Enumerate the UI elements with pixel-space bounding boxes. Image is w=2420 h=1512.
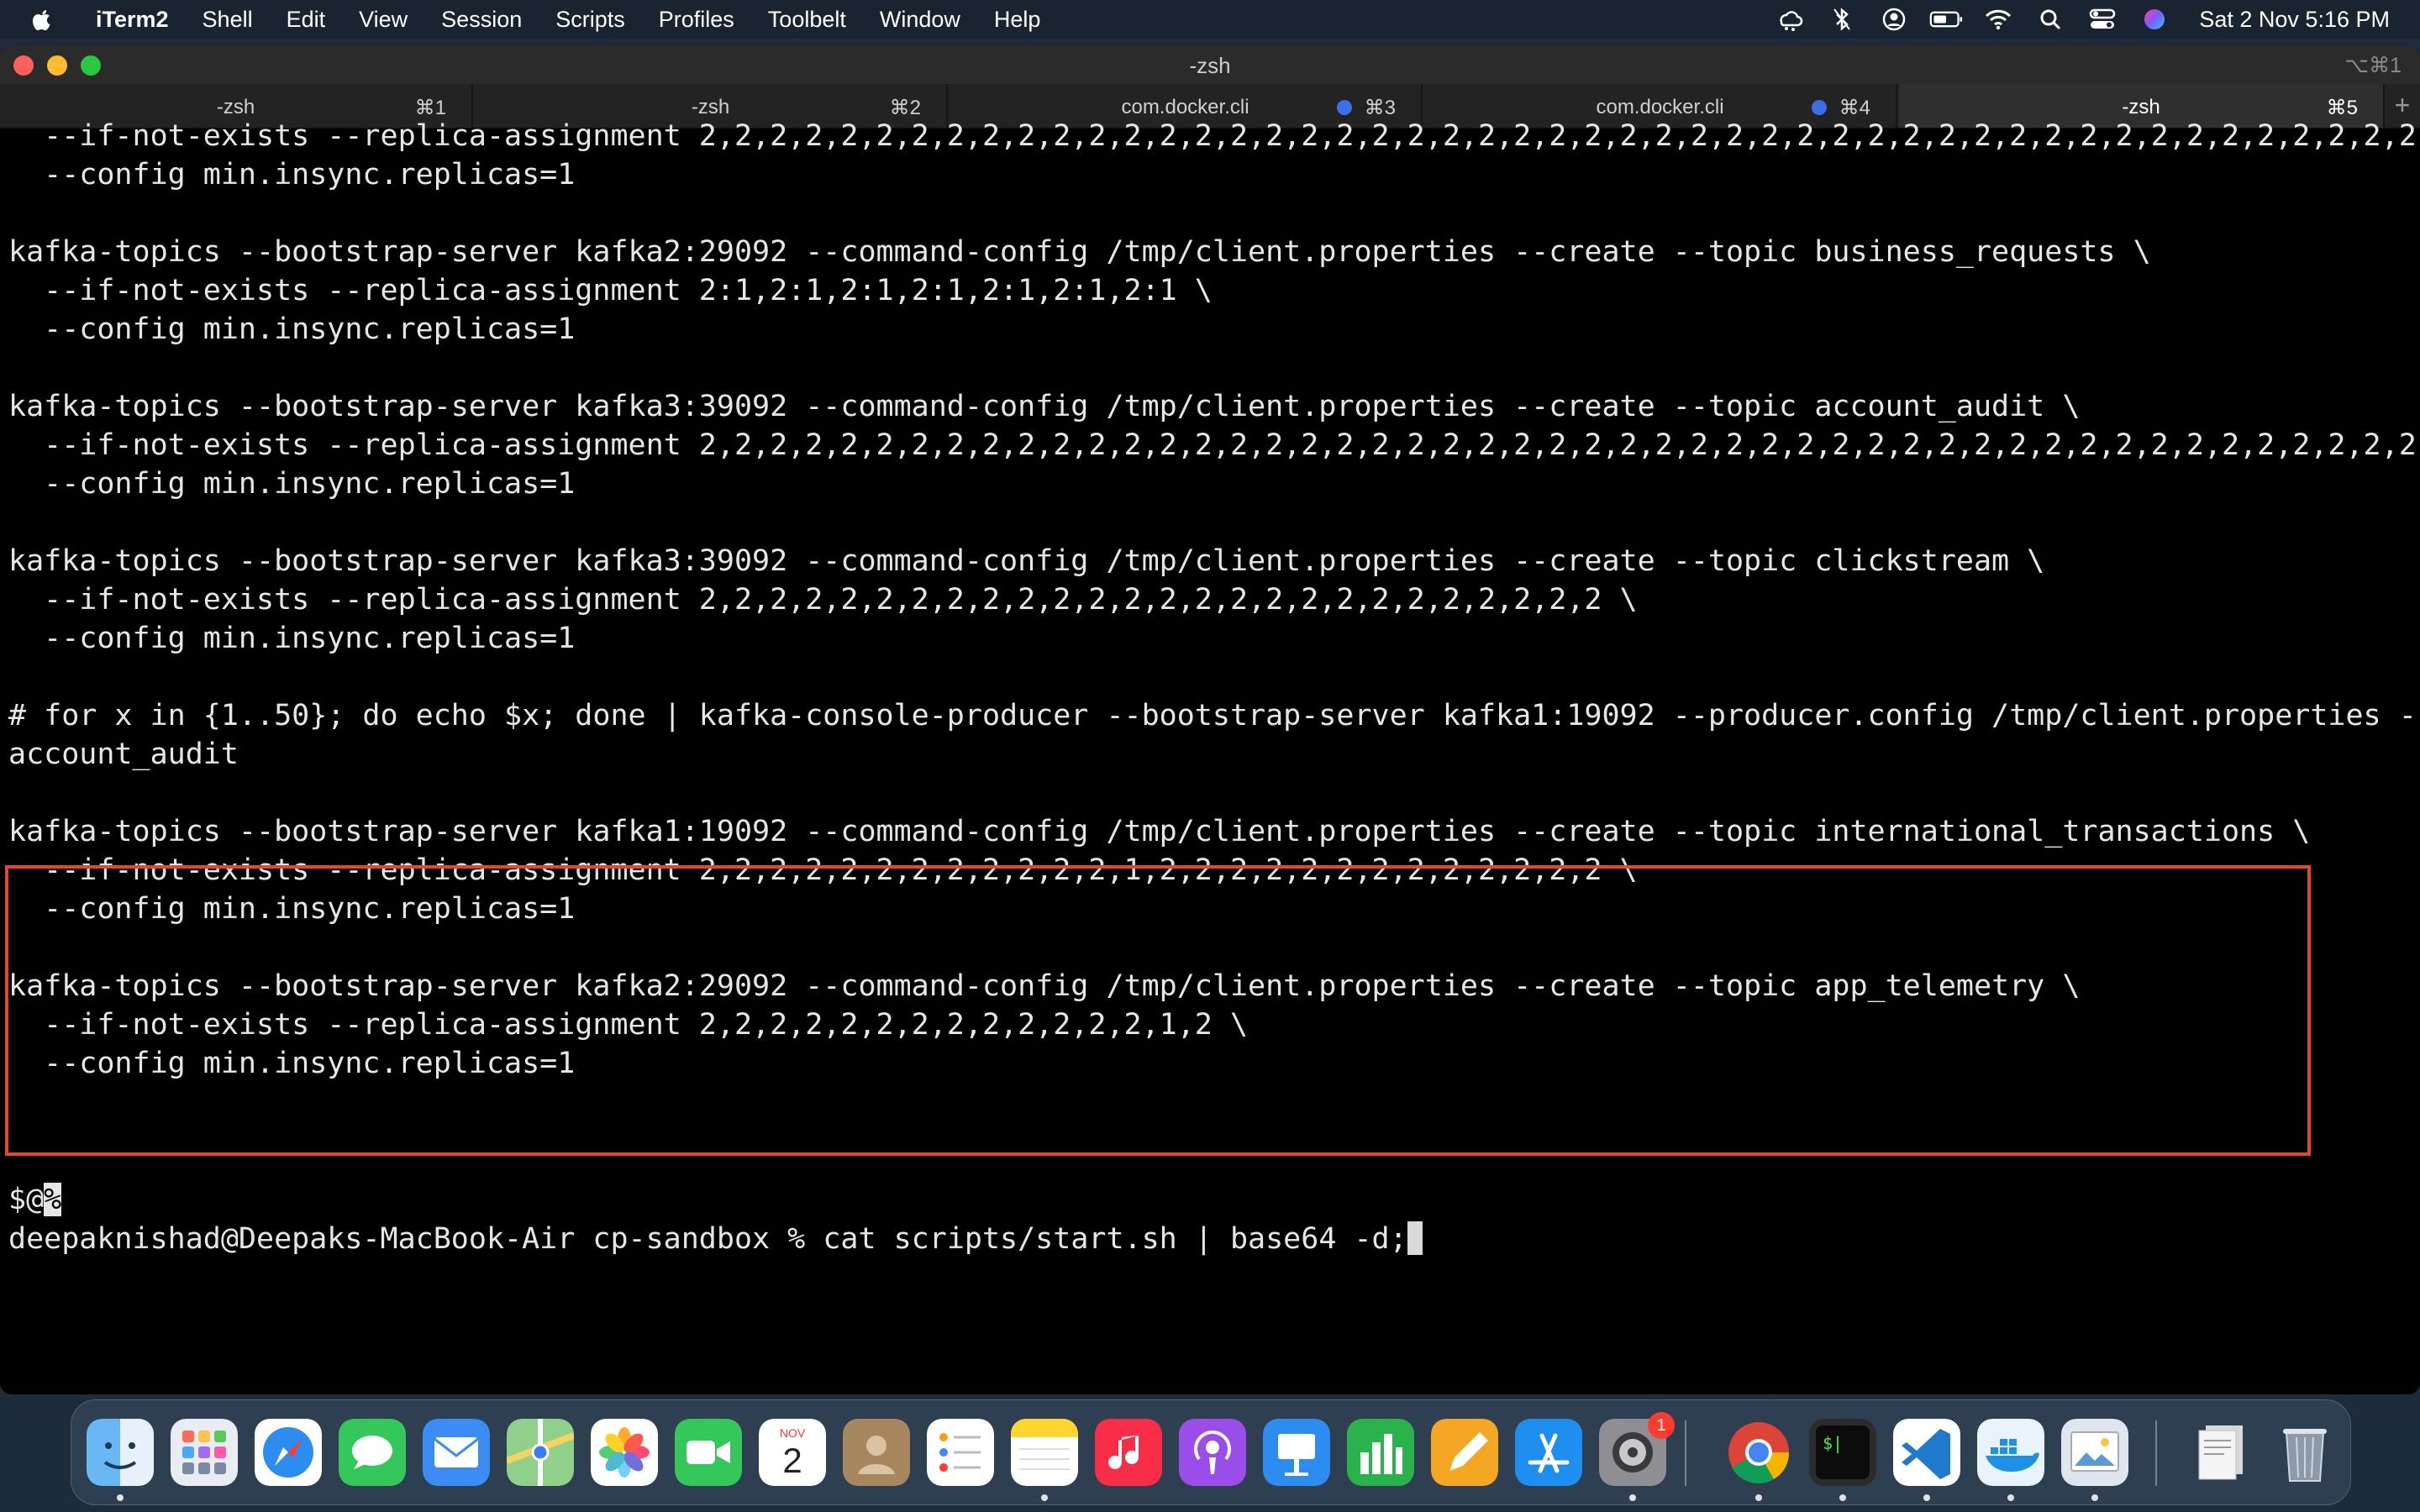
running-indicator — [117, 1494, 124, 1501]
podcasts-icon[interactable] — [1179, 1419, 1246, 1486]
finder-icon[interactable] — [87, 1419, 154, 1486]
tab-shortcut: ⌘2 — [889, 97, 921, 119]
calendar-month: NOV — [780, 1426, 806, 1440]
tab-shortcut: ⌘5 — [2326, 97, 2358, 119]
bluetooth-icon[interactable] — [1825, 7, 1859, 32]
terminal-line: account_audit — [8, 738, 239, 771]
tab-label: -zsh — [2122, 96, 2160, 118]
menu-window[interactable]: Window — [863, 7, 977, 33]
menu-session[interactable]: Session — [424, 7, 539, 33]
window-title-bar[interactable]: -zsh ⌥⌘1 — [0, 45, 2420, 84]
terminal-line: --if-not-exists --replica-assignment 2,2… — [8, 428, 2420, 462]
menu-profiles[interactable]: Profiles — [642, 7, 751, 33]
menu-scripts[interactable]: Scripts — [539, 7, 642, 33]
tab-activity-indicator — [1812, 100, 1827, 115]
preview-icon[interactable] — [2061, 1419, 2128, 1486]
prompt-line[interactable]: deepaknishad@Deepaks-MacBook-Air cp-sand… — [8, 1221, 1423, 1256]
tab-label: -zsh — [216, 96, 255, 118]
facetime-icon[interactable] — [675, 1419, 742, 1486]
wifi-icon[interactable] — [1981, 7, 2015, 32]
dock-separator — [1685, 1420, 1686, 1486]
pages-icon[interactable] — [1431, 1419, 1498, 1486]
vscode-icon[interactable] — [1893, 1419, 1960, 1486]
docker-icon[interactable] — [1977, 1419, 2044, 1486]
terminal-line: kafka-topics --bootstrap-server kafka2:2… — [8, 235, 2151, 269]
terminal-line: kafka-topics --bootstrap-server kafka3:3… — [8, 390, 2081, 423]
music-icon[interactable] — [1095, 1419, 1162, 1486]
shell-prompt: deepaknishad@Deepaks-MacBook-Air cp-sand… — [8, 1222, 823, 1256]
running-indicator — [1923, 1494, 1930, 1501]
terminal-line: kafka-topics --bootstrap-server kafka3:3… — [8, 544, 2045, 578]
launchpad-icon[interactable] — [171, 1419, 238, 1486]
terminal-line: --if-not-exists --replica-assignment 2:1… — [8, 274, 1213, 307]
app-store-icon[interactable] — [1515, 1419, 1582, 1486]
running-indicator — [2091, 1494, 2098, 1501]
weather-icon[interactable] — [1773, 7, 1807, 32]
photos-icon[interactable] — [591, 1419, 658, 1486]
terminal-line: kafka-topics --bootstrap-server kafka1:1… — [8, 815, 2311, 848]
menu-bar: iTerm2 Shell Edit View Session Scripts P… — [0, 0, 2420, 39]
running-indicator — [2007, 1494, 2014, 1501]
text-cursor — [1407, 1221, 1423, 1255]
safari-icon[interactable] — [255, 1419, 322, 1486]
spotlight-search-icon[interactable] — [2033, 7, 2067, 32]
iterm-icon[interactable]: $| — [1809, 1419, 1876, 1486]
highlight-annotation-box — [5, 865, 2311, 1156]
contacts-icon[interactable] — [843, 1419, 910, 1486]
user-icon[interactable] — [1877, 7, 1911, 32]
running-indicator — [1629, 1494, 1636, 1501]
command-input[interactable]: cat scripts/start.sh | base64 -d; — [823, 1222, 1407, 1256]
dock: NOV 2 1 $| — [71, 1399, 2351, 1505]
window-title: -zsh — [1189, 53, 1231, 78]
terminal-line: # for x in {1..50}; do echo $x; done | k… — [8, 699, 2420, 732]
running-indicator — [1041, 1494, 1048, 1501]
eof-marker: % — [44, 1183, 62, 1216]
terminal-line: --config min.insync.replicas=1 — [8, 158, 576, 192]
calendar-day: 2 — [782, 1441, 802, 1480]
svg-text:$|: $| — [1823, 1433, 1843, 1453]
maps-icon[interactable] — [507, 1419, 574, 1486]
reminders-icon[interactable] — [927, 1419, 994, 1486]
running-indicator — [1839, 1494, 1846, 1501]
notification-badge: 1 — [1648, 1412, 1675, 1439]
menu-bar-status-area: Sat 2 Nov 5:16 PM — [1764, 0, 2420, 39]
menu-help[interactable]: Help — [977, 7, 1058, 33]
window-shortcut: ⌥⌘1 — [2344, 54, 2402, 77]
eof-prefix: $@ — [8, 1183, 45, 1216]
terminal-line: --if-not-exists --replica-assignment 2,2… — [8, 583, 1638, 617]
running-indicator — [1755, 1494, 1762, 1501]
terminal-line: --config min.insync.replicas=1 — [8, 312, 576, 346]
messages-icon[interactable] — [339, 1419, 406, 1486]
mail-icon[interactable] — [423, 1419, 490, 1486]
keynote-icon[interactable] — [1263, 1419, 1330, 1486]
tab-shortcut: ⌘3 — [1364, 97, 1396, 119]
trash-icon[interactable] — [2271, 1419, 2338, 1486]
tab-activity-indicator — [1337, 100, 1352, 115]
siri-icon[interactable] — [2138, 7, 2171, 32]
terminal-output[interactable]: --if-not-exists --replica-assignment 2,2… — [0, 119, 2420, 1394]
menu-bar-clock[interactable]: Sat 2 Nov 5:16 PM — [2199, 7, 2390, 33]
numbers-icon[interactable] — [1347, 1419, 1414, 1486]
terminal-line: --config min.insync.replicas=1 — [8, 467, 576, 501]
tab-shortcut: ⌘4 — [1839, 97, 1870, 119]
documents-stack-icon[interactable] — [2187, 1419, 2254, 1486]
terminal-line: --config min.insync.replicas=1 — [8, 622, 576, 655]
menu-edit[interactable]: Edit — [270, 7, 343, 33]
calendar-icon[interactable]: NOV 2 — [759, 1419, 826, 1486]
notes-icon[interactable] — [1011, 1419, 1078, 1486]
iterm-window: -zsh ⌥⌘1 -zsh ⌘1 -zsh ⌘2 com.docker.cli … — [0, 45, 2420, 1394]
menu-shell[interactable]: Shell — [186, 7, 270, 33]
menu-view[interactable]: View — [342, 7, 424, 33]
tab-label: -zsh — [691, 96, 730, 118]
eof-line: $@% — [8, 1183, 62, 1216]
battery-icon[interactable] — [1929, 7, 1963, 32]
menu-toolbelt[interactable]: Toolbelt — [751, 7, 863, 33]
chrome-icon[interactable] — [1725, 1419, 1792, 1486]
tab-shortcut: ⌘1 — [414, 97, 446, 119]
menu-app-name[interactable]: iTerm2 — [79, 7, 186, 33]
terminal-line: --if-not-exists --replica-assignment 2,2… — [8, 119, 2420, 153]
dock-separator — [2155, 1420, 2157, 1486]
control-center-icon[interactable] — [2086, 7, 2119, 32]
apple-menu-icon[interactable] — [30, 7, 54, 32]
